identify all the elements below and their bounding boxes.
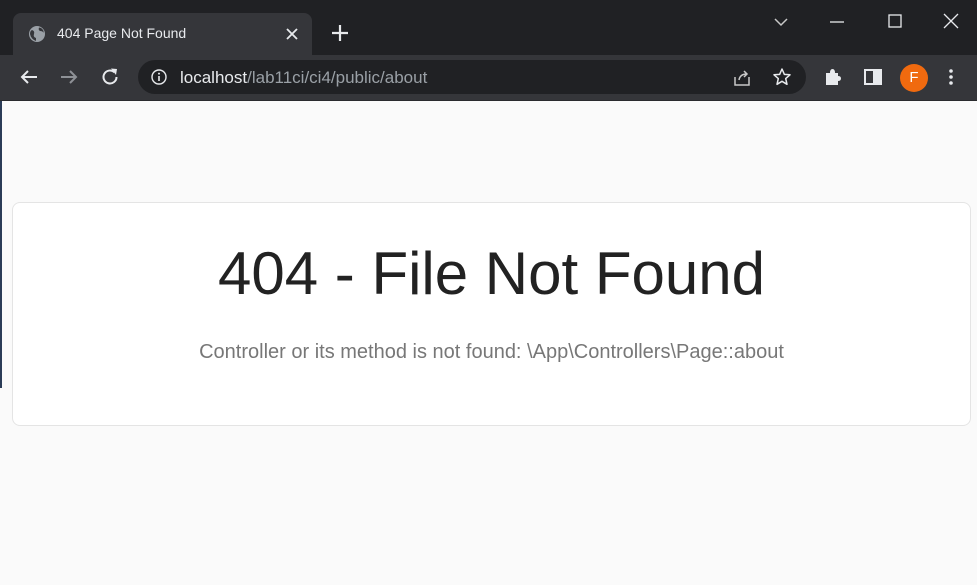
profile-avatar[interactable]: F [900, 64, 928, 92]
share-icon[interactable] [732, 68, 752, 88]
window-edge-divider [0, 101, 2, 388]
tab-title: 404 Page Not Found [57, 25, 187, 41]
maximize-icon[interactable] [884, 11, 906, 33]
reload-icon[interactable] [99, 66, 121, 88]
url-host: localhost [180, 68, 248, 87]
minimize-icon[interactable] [826, 11, 848, 33]
extensions-puzzle-icon[interactable] [822, 66, 844, 88]
forward-arrow-icon[interactable] [58, 66, 80, 88]
more-menu-icon[interactable] [940, 66, 962, 88]
close-icon[interactable] [284, 26, 300, 42]
tab-search-chevron-icon[interactable] [770, 11, 792, 33]
globe-icon [28, 25, 46, 43]
browser-toolbar: localhost/lab11ci/ci4/public/about F [0, 55, 977, 101]
url-path: /lab11ci/ci4/public/about [247, 68, 428, 87]
error-heading: 404 - File Not Found [218, 240, 765, 307]
browser-tab[interactable]: 404 Page Not Found [13, 13, 312, 55]
error-message: Controller or its method is not found: \… [199, 341, 784, 363]
window-close-icon[interactable] [940, 11, 962, 33]
side-panel-icon[interactable] [862, 66, 884, 88]
bookmark-star-icon[interactable] [772, 67, 792, 87]
new-tab-plus-icon[interactable] [329, 22, 351, 44]
url-text[interactable]: localhost/lab11ci/ci4/public/about [180, 68, 427, 88]
browser-titlebar: 404 Page Not Found [0, 0, 977, 55]
error-card: 404 - File Not Found Controller or its m… [12, 202, 971, 426]
address-bar[interactable]: localhost/lab11ci/ci4/public/about [138, 60, 806, 94]
info-icon[interactable] [151, 69, 167, 85]
page-viewport: 404 - File Not Found Controller or its m… [0, 101, 977, 585]
back-arrow-icon[interactable] [18, 66, 40, 88]
